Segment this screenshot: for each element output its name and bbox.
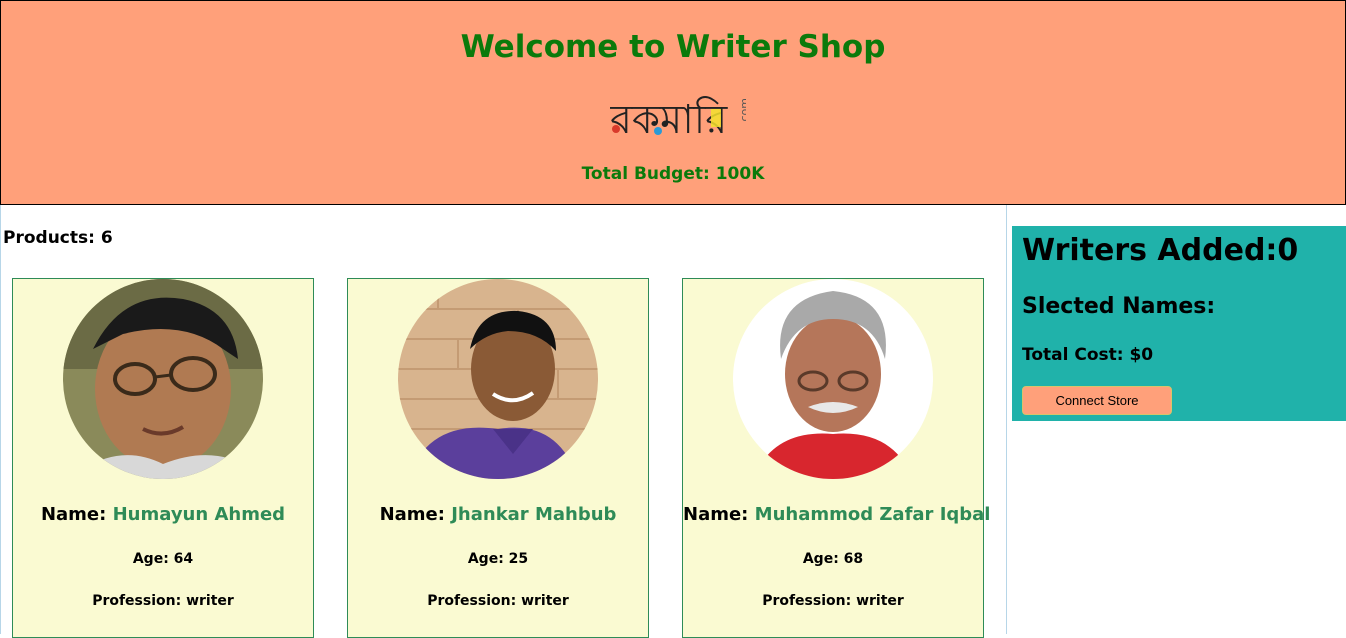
connect-store-button[interactable]: Connect Store <box>1022 386 1172 415</box>
writer-age: Age: 68 <box>802 551 864 567</box>
writer-profession: Profession: writer <box>92 593 234 609</box>
writer-name: Name: Humayun Ahmed <box>40 504 286 525</box>
writer-name: Name: Jhankar Mahbub <box>379 504 617 525</box>
writer-age: Age: 25 <box>467 551 529 567</box>
writer-name: Name: Muhammod Zafar Iqbal <box>683 504 991 525</box>
products-section: Products: 6 Name: Humayun Ahmed Age: 64 … <box>0 205 1007 638</box>
writer-avatar <box>63 279 263 479</box>
page-header: Welcome to Writer Shop রকমারি .com Total… <box>0 0 1346 205</box>
writer-avatar <box>733 279 933 479</box>
logo-suffix: .com <box>738 98 746 125</box>
total-cost: Total Cost: $0 <box>1022 345 1154 365</box>
writer-card: Name: Jhankar Mahbub Age: 25 Profession:… <box>347 278 649 638</box>
writers-added-count: Writers Added:0 <box>1022 233 1299 268</box>
selected-names-heading: Slected Names: <box>1022 294 1216 319</box>
rokomari-logo: রকমারি .com <box>610 96 746 141</box>
total-budget: Total Budget: 100K <box>581 164 765 184</box>
writer-card: Name: Muhammod Zafar Iqbal Age: 68 Profe… <box>682 278 991 638</box>
cart-summary: Writers Added:0 Slected Names: Total Cos… <box>1012 226 1346 421</box>
writer-avatar <box>398 279 598 479</box>
logo-text: রকমারি <box>610 96 728 141</box>
products-count: Products: 6 <box>3 228 113 248</box>
writer-profession: Profession: writer <box>427 593 569 609</box>
writer-age: Age: 64 <box>132 551 194 567</box>
writer-profession: Profession: writer <box>762 593 904 609</box>
writer-card: Name: Humayun Ahmed Age: 64 Profession: … <box>12 278 314 638</box>
page-title: Welcome to Writer Shop <box>460 29 886 65</box>
